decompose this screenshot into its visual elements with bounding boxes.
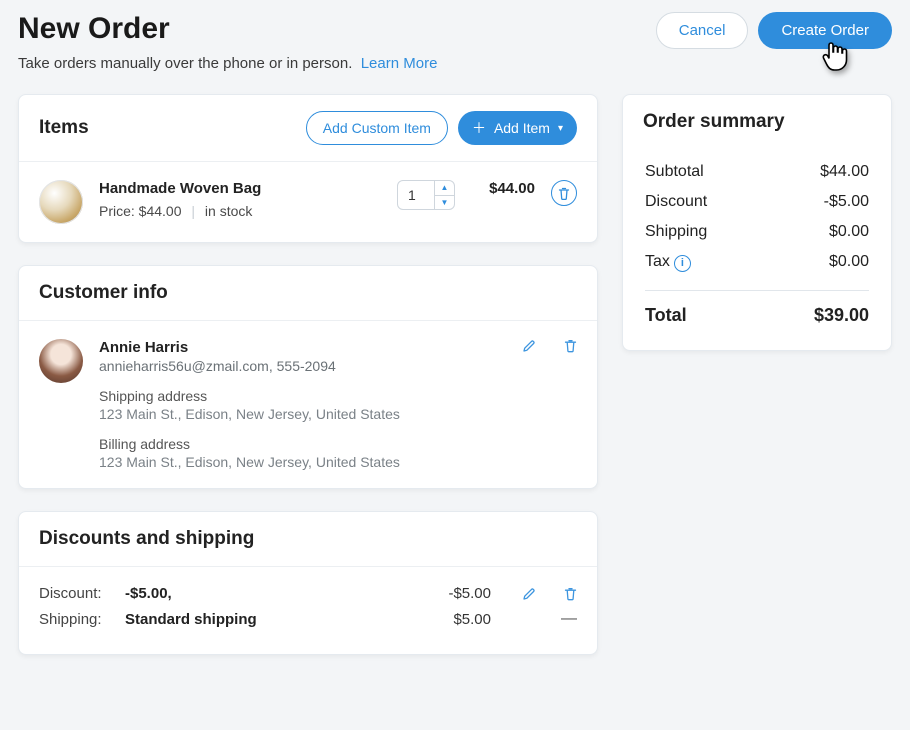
page-subtitle: Take orders manually over the phone or i… [18,55,892,72]
plus-icon: ＋ [472,118,486,138]
customer-name: Annie Harris [99,339,506,356]
order-summary-card: Order summary Subtotal$44.00 Discount-$5… [622,94,892,351]
customer-avatar [39,339,83,383]
trash-icon [564,339,577,353]
delete-discount-button[interactable] [564,587,577,601]
discount-label: Discount: [39,585,125,602]
ds-title: Discounts and shipping [39,528,254,550]
discount-row: Discount: -$5.00, -$5.00 [39,585,577,610]
shipping-address: 123 Main St., Edison, New Jersey, United… [99,406,506,422]
qty-down-icon[interactable]: ▼ [435,196,454,210]
edit-customer-button[interactable] [522,339,536,353]
page-title: New Order [18,12,170,46]
delete-customer-button[interactable] [564,339,577,353]
billing-address: 123 Main St., Edison, New Jersey, United… [99,454,506,470]
summary-total-row: Total$39.00 [645,290,869,332]
add-custom-item-button[interactable]: Add Custom Item [306,111,448,145]
qty-up-icon[interactable]: ▲ [435,181,454,196]
item-meta: Price: $44.00 | in stock [99,203,381,219]
shipping-address-label: Shipping address [99,388,506,404]
summary-tax-row: Taxi $0.00 [645,247,869,278]
item-name: Handmade Woven Bag [99,180,381,197]
edit-discount-button[interactable] [522,587,536,601]
create-order-button[interactable]: Create Order [758,12,892,49]
shipping-label: Shipping: [39,611,125,628]
customer-card: Customer info Annie Harris annieharris56… [18,265,598,489]
learn-more-link[interactable]: Learn More [361,55,438,72]
summary-subtotal-row: Subtotal$44.00 [645,157,869,187]
product-thumbnail [39,180,83,224]
shipping-row: Shipping: Standard shipping $5.00 — [39,610,577,636]
quantity-stepper[interactable]: 1 ▲ ▼ [397,180,455,210]
item-row: Handmade Woven Bag Price: $44.00 | in st… [39,180,577,224]
chevron-down-icon: ▾ [558,123,563,134]
add-item-button[interactable]: ＋ Add Item ▾ [458,111,577,145]
items-title: Items [39,117,89,139]
items-card: Items Add Custom Item ＋ Add Item ▾ Handm… [18,94,598,243]
summary-title: Order summary [643,111,785,133]
discounts-shipping-card: Discounts and shipping Discount: -$5.00,… [18,511,598,655]
summary-shipping-row: Shipping$0.00 [645,217,869,247]
summary-discount-row: Discount-$5.00 [645,187,869,217]
trash-icon [558,187,570,200]
pencil-icon [522,339,536,353]
customer-title: Customer info [39,282,168,304]
minus-icon[interactable]: — [561,610,577,628]
add-item-label: Add Item [494,120,550,136]
delete-item-button[interactable] [551,180,577,206]
billing-address-label: Billing address [99,436,506,452]
item-line-total: $44.00 [471,180,535,197]
trash-icon [564,587,577,601]
cancel-button[interactable]: Cancel [656,12,749,49]
header-actions: Cancel Create Order [656,12,892,49]
tax-info-icon[interactable]: i [674,255,691,272]
pencil-icon [522,587,536,601]
discount-value: -$5.00, [125,585,427,602]
customer-contact: annieharris56u@zmail.com, 555-2094 [99,358,506,374]
shipping-amount: $5.00 [427,611,491,628]
discount-amount: -$5.00 [427,585,491,602]
shipping-value: Standard shipping [125,611,427,628]
